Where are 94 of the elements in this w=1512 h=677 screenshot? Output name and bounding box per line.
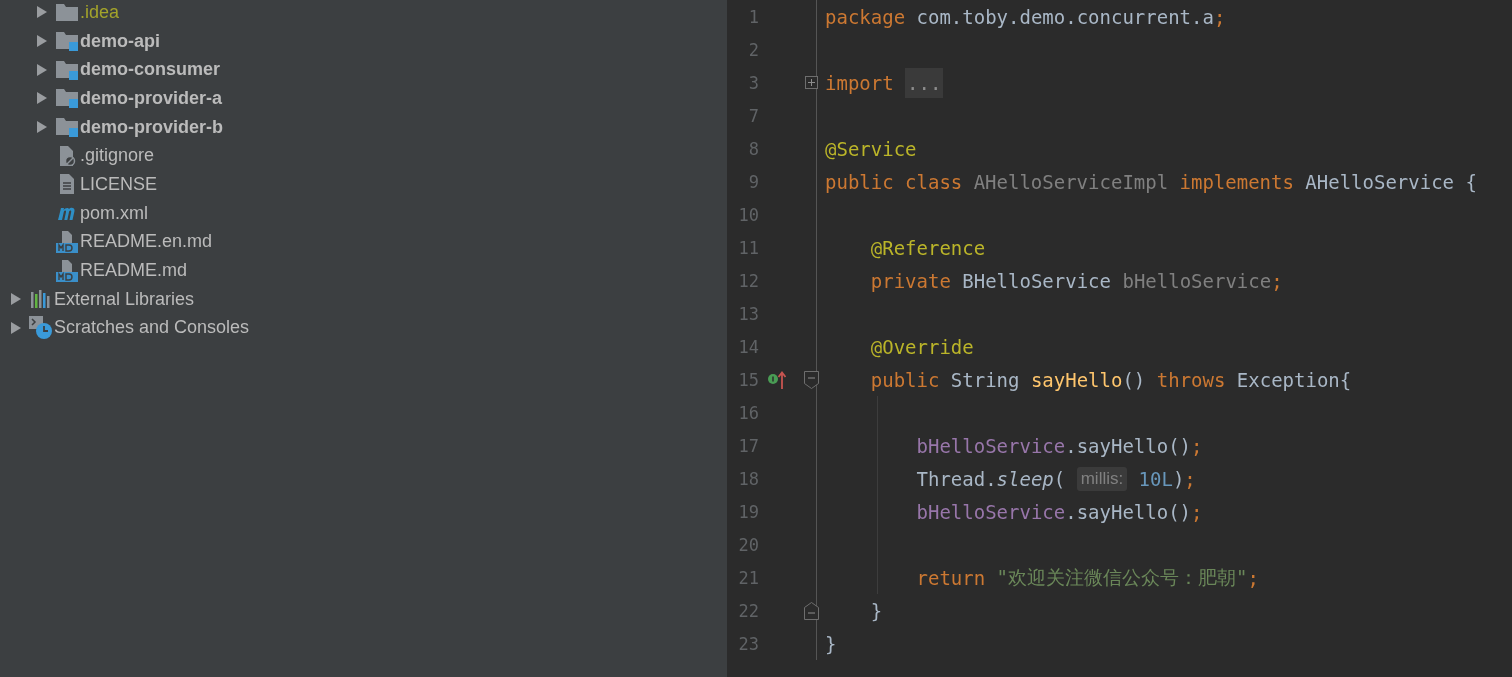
- code-token: @Service: [825, 137, 917, 160]
- code-token: (): [1122, 368, 1147, 391]
- markdown-file-icon: [56, 259, 78, 282]
- line-number: 8: [747, 138, 759, 159]
- line-number: 21: [737, 567, 759, 588]
- code-token: com.toby.demo.concurrent.a: [915, 5, 1214, 28]
- tree-item-label[interactable]: demo-api: [80, 30, 160, 52]
- expand-arrow-icon[interactable]: [36, 120, 48, 135]
- module-folder-icon: [56, 31, 78, 52]
- line-number: 11: [737, 237, 759, 258]
- parameter-hint: millis:: [1076, 466, 1128, 491]
- tree-item-label[interactable]: Scratches and Consoles: [54, 317, 250, 339]
- line-number: 22: [737, 600, 759, 621]
- module-folder-icon: [56, 88, 78, 109]
- code-token: ;: [1191, 500, 1203, 523]
- code-token: bHelloService: [915, 500, 1066, 523]
- line-number: 17: [737, 435, 759, 456]
- fold-end-icon[interactable]: [804, 601, 819, 620]
- tree-item-label[interactable]: External Libraries: [54, 288, 195, 310]
- code-token: }: [825, 632, 837, 655]
- fold-expand-icon[interactable]: [805, 76, 818, 89]
- tree-item-label[interactable]: demo-provider-b: [80, 116, 223, 138]
- folder-icon: [56, 3, 78, 22]
- code-token: AHelloService {: [1305, 170, 1477, 193]
- code-token: 10L: [1138, 467, 1173, 490]
- markdown-file-icon: [56, 230, 78, 253]
- code-token: package: [825, 5, 906, 28]
- code-token: ;: [1184, 467, 1196, 490]
- expand-arrow-icon[interactable]: [36, 5, 48, 20]
- line-number: 3: [747, 72, 759, 93]
- line-number: 14: [737, 336, 759, 357]
- line-number: 1: [747, 6, 759, 27]
- line-number: 23: [737, 633, 759, 654]
- folded-code[interactable]: ...: [905, 67, 944, 98]
- text-file-icon: [59, 174, 75, 195]
- line-number: 12: [737, 270, 759, 291]
- code-token: AHelloServiceImpl: [973, 170, 1169, 193]
- tree-item-label[interactable]: pom.xml: [80, 202, 148, 224]
- code-token: ;: [1213, 5, 1226, 28]
- line-number: 16: [737, 402, 759, 423]
- code-token: implements: [1179, 170, 1294, 193]
- line-number: 10: [737, 204, 759, 225]
- code-token: ;: [1191, 434, 1203, 457]
- code-token: bHelloService: [915, 434, 1066, 457]
- code-token: @Reference: [869, 236, 986, 259]
- implements-method-icon[interactable]: [767, 369, 787, 390]
- line-number: 2: [747, 39, 759, 60]
- code-token: }: [869, 599, 883, 622]
- code-token: sayHello: [1030, 368, 1123, 391]
- code-token: throws: [1156, 368, 1226, 391]
- code-token: import: [825, 71, 894, 94]
- code-token: Thread.: [915, 467, 997, 490]
- line-number: 18: [737, 468, 759, 489]
- line-number: 15: [737, 369, 759, 390]
- code-token: ;: [1247, 566, 1259, 589]
- expand-arrow-icon[interactable]: [10, 292, 22, 307]
- tree-item-label[interactable]: .gitignore: [80, 145, 155, 167]
- scratch-console-icon: [29, 315, 53, 340]
- line-number: 20: [737, 534, 759, 555]
- ignore-file-icon: [58, 145, 76, 166]
- code-token: ;: [1271, 269, 1283, 292]
- line-number: 13: [737, 303, 759, 324]
- line-number: 9: [747, 171, 759, 192]
- tree-item-label[interactable]: .idea: [80, 1, 120, 23]
- tree-item-label[interactable]: README.en.md: [80, 231, 213, 253]
- code-token: sleep: [996, 467, 1054, 490]
- fold-collapse-icon[interactable]: [804, 370, 819, 389]
- code-token: "欢迎关注微信公众号：肥朝": [996, 564, 1248, 590]
- tree-item-label[interactable]: demo-provider-a: [80, 87, 223, 109]
- code-token: .sayHello(): [1065, 500, 1192, 523]
- code-token: public class: [825, 170, 963, 193]
- code-token: .sayHello(): [1065, 434, 1192, 457]
- code-token: BHelloService: [961, 269, 1112, 292]
- expand-arrow-icon[interactable]: [36, 91, 48, 106]
- tree-item-label[interactable]: README.md: [80, 260, 187, 282]
- tree-item-label[interactable]: demo-consumer: [80, 59, 221, 81]
- expand-arrow-icon[interactable]: [10, 320, 22, 335]
- expand-arrow-icon[interactable]: [36, 34, 48, 49]
- library-icon: [30, 290, 52, 309]
- code-token: ): [1172, 467, 1185, 490]
- code-token: @Override: [869, 335, 974, 358]
- line-number: 7: [747, 105, 759, 126]
- expand-arrow-icon[interactable]: [36, 62, 48, 77]
- code-token: Exception{: [1235, 368, 1352, 391]
- code-token: String: [949, 368, 1021, 391]
- code-token: private: [869, 269, 951, 292]
- tree-item-label[interactable]: LICENSE: [80, 173, 158, 195]
- line-number: 19: [737, 501, 759, 522]
- code-token: return: [915, 566, 986, 589]
- code-token: (: [1053, 467, 1067, 490]
- code-token: public: [869, 368, 940, 391]
- code-token: bHelloService: [1122, 269, 1272, 292]
- module-folder-icon: [56, 59, 78, 80]
- module-folder-icon: [56, 117, 78, 138]
